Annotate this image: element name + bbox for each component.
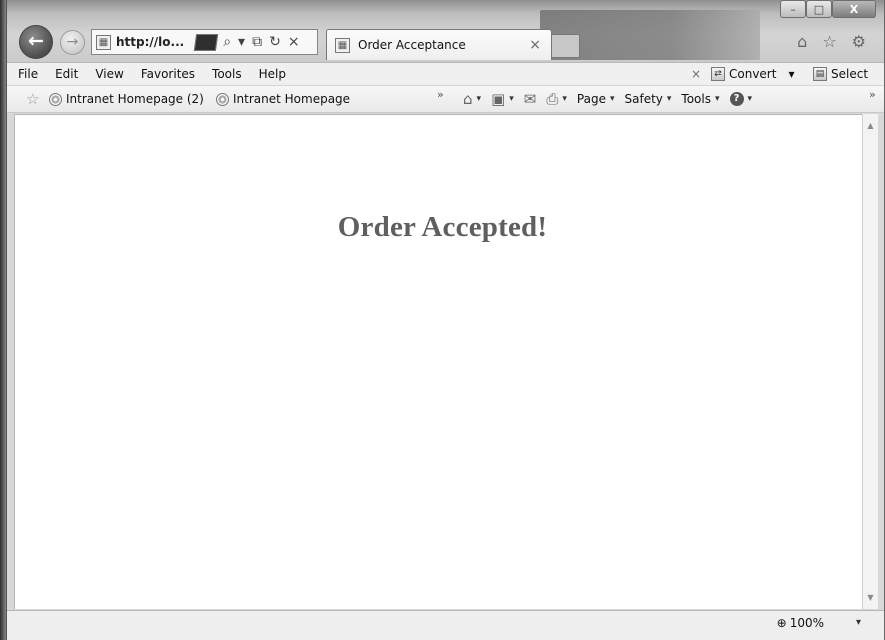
- favorites-chevron-icon[interactable]: »: [437, 88, 444, 101]
- browser-window: – □ X ← → ▦ http://lo... ⌕ ▾ ⧉ ↻ × ▦ Ord…: [6, 0, 885, 640]
- maximize-button[interactable]: □: [806, 0, 832, 18]
- zoom-icon: ⊕: [776, 616, 787, 630]
- favorites-bar: ☆ Intranet Homepage (2) Intranet Homepag…: [7, 86, 884, 113]
- menu-favorites[interactable]: Favorites: [141, 67, 195, 81]
- zoom-dropdown-icon[interactable]: ▾: [856, 617, 861, 628]
- home-dropdown-icon[interactable]: ▾: [477, 94, 482, 104]
- convert-dropdown-icon[interactable]: ▾: [788, 67, 794, 81]
- home-command-icon[interactable]: ⌂: [463, 91, 473, 107]
- command-chevron-icon[interactable]: »: [869, 88, 876, 101]
- menu-tools[interactable]: Tools: [212, 67, 242, 81]
- print-dropdown-icon[interactable]: ▾: [562, 94, 567, 104]
- menu-bar: File Edit View Favorites Tools Help × ⇄ …: [7, 62, 884, 86]
- close-button[interactable]: X: [832, 0, 876, 18]
- search-icon[interactable]: ⌕: [223, 34, 231, 50]
- feeds-icon[interactable]: ▣: [491, 91, 505, 107]
- safety-dropdown-icon[interactable]: ▾: [667, 94, 672, 104]
- refresh-icon[interactable]: ↻: [269, 34, 281, 50]
- intranet-icon: [216, 92, 229, 106]
- address-actions: ⌕ ▾ ⧉ ↻ ×: [223, 34, 299, 50]
- tools-dropdown-icon[interactable]: ▾: [715, 94, 720, 104]
- tab-page-icon: ▦: [335, 37, 350, 53]
- safety-menu[interactable]: Safety: [625, 92, 663, 106]
- new-tab-button[interactable]: [552, 34, 580, 58]
- feeds-dropdown-icon[interactable]: ▾: [509, 94, 514, 104]
- menu-items: File Edit View Favorites Tools Help: [18, 67, 286, 81]
- scroll-down-icon[interactable]: ▼: [863, 590, 878, 605]
- zoom-level[interactable]: 100%: [790, 616, 824, 630]
- mail-icon[interactable]: ✉: [524, 91, 537, 107]
- select-icon: ▤: [813, 67, 827, 81]
- tab-close-icon[interactable]: ×: [529, 37, 541, 53]
- menu-view[interactable]: View: [95, 67, 123, 81]
- page-icon: ▦: [96, 34, 111, 50]
- home-icon[interactable]: ⌂: [797, 33, 807, 51]
- menu-file[interactable]: File: [18, 67, 38, 81]
- scroll-up-icon[interactable]: ▲: [863, 118, 878, 133]
- compatibility-view-icon[interactable]: ⧉: [252, 34, 262, 50]
- select-tool[interactable]: ▤ Select: [813, 67, 868, 81]
- favorite-link-intranet-homepage-2[interactable]: Intranet Homepage (2): [49, 92, 204, 106]
- page-menu[interactable]: Page: [577, 92, 606, 106]
- favorite-link-label[interactable]: Intranet Homepage: [233, 92, 350, 106]
- command-bar: ⌂ ▾ ▣ ▾ ✉ ⎙ ▾ Page ▾ Safety ▾ Tools ▾ ? …: [463, 91, 752, 107]
- intranet-icon: [49, 92, 62, 106]
- stop-icon[interactable]: ×: [288, 34, 300, 50]
- order-accepted-heading: Order Accepted!: [337, 211, 548, 243]
- convert-label[interactable]: Convert: [729, 67, 776, 81]
- status-bar: ⊕ 100% ▾: [7, 610, 884, 640]
- address-bar[interactable]: ▦ http://lo... ⌕ ▾ ⧉ ↻ ×: [91, 29, 318, 55]
- vertical-scrollbar[interactable]: ▲ ▼: [862, 114, 878, 609]
- browser-right-icons: ⌂ ☆ ⚙: [797, 33, 866, 51]
- window-controls: – □ X: [780, 0, 876, 18]
- settings-gear-icon[interactable]: ⚙: [852, 33, 866, 51]
- web-page-content: Order Accepted!: [14, 114, 862, 609]
- browser-title-area: – □ X ← → ▦ http://lo... ⌕ ▾ ⧉ ↻ × ▦ Ord…: [7, 0, 884, 62]
- favorites-star-icon[interactable]: ☆: [26, 91, 39, 107]
- convert-tool[interactable]: ⇄ Convert ▾: [711, 67, 794, 81]
- compatibility-icon[interactable]: [194, 33, 219, 51]
- print-icon[interactable]: ⎙: [546, 91, 558, 107]
- tools-menu[interactable]: Tools: [681, 92, 711, 106]
- tab-title[interactable]: Order Acceptance: [358, 38, 466, 52]
- address-text[interactable]: http://lo...: [116, 35, 184, 49]
- page-dropdown-icon[interactable]: ▾: [610, 94, 615, 104]
- favorite-link-intranet-homepage[interactable]: Intranet Homepage: [216, 92, 350, 106]
- menu-help[interactable]: Help: [259, 67, 286, 81]
- menu-close-icon[interactable]: ×: [691, 67, 701, 81]
- zoom-control[interactable]: ⊕ 100%: [777, 616, 824, 630]
- favorites-star-icon[interactable]: ☆: [822, 33, 836, 51]
- help-dropdown-icon[interactable]: ▾: [748, 94, 753, 104]
- help-icon[interactable]: ?: [729, 92, 744, 106]
- select-label[interactable]: Select: [831, 67, 868, 81]
- back-button[interactable]: ←: [19, 25, 53, 59]
- forward-button[interactable]: →: [60, 30, 85, 55]
- minimize-button[interactable]: –: [780, 0, 806, 18]
- dropdown-icon[interactable]: ▾: [238, 34, 245, 50]
- convert-icon: ⇄: [711, 67, 725, 81]
- favorite-link-label[interactable]: Intranet Homepage (2): [66, 92, 204, 106]
- tab-order-acceptance[interactable]: ▦ Order Acceptance ×: [326, 29, 552, 60]
- menu-edit[interactable]: Edit: [55, 67, 78, 81]
